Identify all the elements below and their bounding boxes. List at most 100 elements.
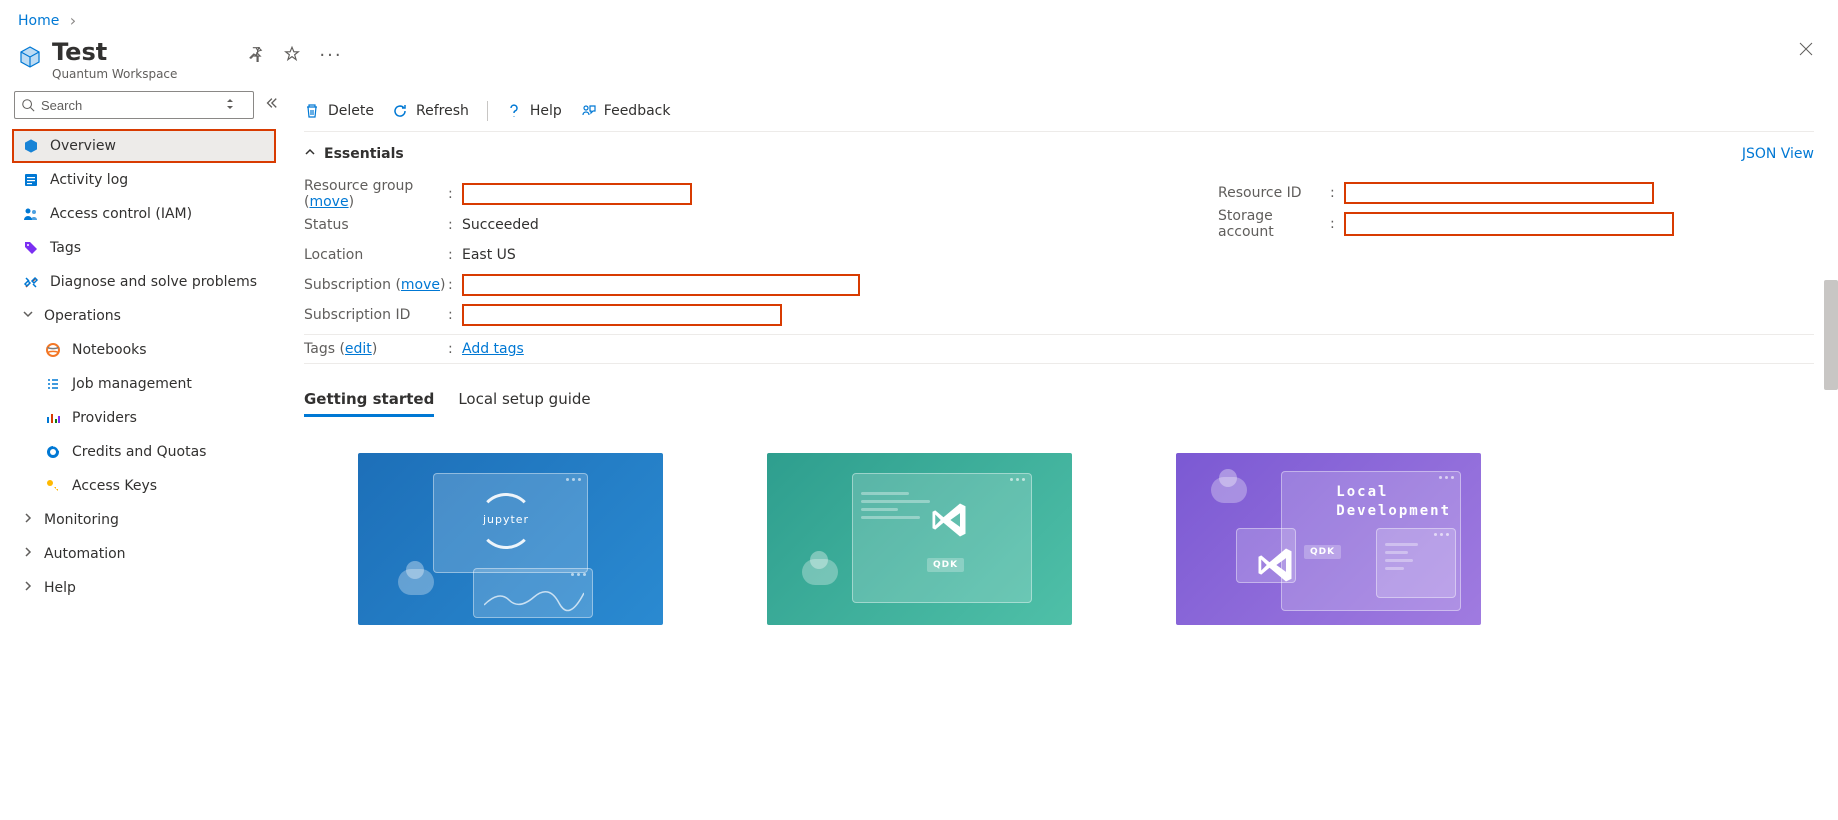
prop-location: Location : East US [304, 240, 860, 270]
sidebar-item-label: Access control (IAM) [50, 206, 192, 222]
diagnose-icon [22, 273, 40, 291]
sidebar-group-automation[interactable]: Automation [14, 537, 282, 571]
window-graphic [1376, 528, 1456, 598]
sidebar-item-label: Tags [50, 240, 81, 256]
more-icon[interactable]: ··· [319, 47, 342, 65]
vscode-icon [927, 498, 971, 546]
sidebar-item-label: Credits and Quotas [72, 444, 206, 460]
command-bar: Delete Refresh Help Feedback [304, 91, 1814, 131]
chevron-right-icon [22, 580, 34, 596]
sidebar-item-label: Overview [50, 138, 116, 154]
page-subtitle: Quantum Workspace [52, 67, 177, 81]
redacted-value [1344, 212, 1674, 236]
prop-label: Resource ID [1218, 185, 1330, 201]
card-local-development[interactable]: LocalDevelopment QDK [1176, 453, 1481, 625]
prop-label: Location [304, 247, 448, 263]
getting-started-cards: jupyter QD [304, 453, 1814, 625]
button-label: Feedback [604, 103, 671, 119]
chevron-right-icon: › [70, 11, 76, 30]
edit-tags-link[interactable]: edit [345, 341, 372, 357]
trash-icon [304, 103, 320, 119]
button-label: Refresh [416, 103, 469, 119]
sidebar-group-label: Automation [44, 546, 126, 562]
cloud-icon [398, 569, 434, 595]
button-label: Help [530, 103, 562, 119]
card-logo-text: jupyter [478, 513, 534, 526]
sidebar-item-overview[interactable]: Overview [12, 129, 276, 163]
prop-value: East US [462, 247, 516, 263]
access-control-icon [22, 205, 40, 223]
sidebar-item-job-management[interactable]: Job management [14, 367, 282, 401]
sidebar-item-label: Notebooks [72, 342, 147, 358]
breadcrumb-home[interactable]: Home [18, 13, 59, 29]
delete-button[interactable]: Delete [304, 103, 374, 119]
button-label: Delete [328, 103, 374, 119]
page-title: Test [52, 39, 177, 65]
sidebar-item-diagnose[interactable]: Diagnose and solve problems [14, 265, 282, 299]
close-icon[interactable] [1798, 41, 1814, 61]
tags-icon [22, 239, 40, 257]
tab-local-setup[interactable]: Local setup guide [458, 384, 590, 417]
sidebar-group-label: Operations [44, 308, 121, 324]
redacted-value [1344, 182, 1654, 204]
sidebar-item-notebooks[interactable]: Notebooks [14, 333, 282, 367]
prop-subscription: Subscription (move) : [304, 270, 860, 300]
refresh-button[interactable]: Refresh [392, 103, 469, 119]
sidebar: Overview Activity log Access control (IA… [0, 87, 282, 625]
search-input[interactable] [41, 98, 247, 113]
prop-value: Succeeded [462, 217, 539, 233]
sidebar-group-help[interactable]: Help [14, 571, 282, 605]
prop-storage-account: Storage account : [1218, 208, 1674, 240]
help-button[interactable]: Help [506, 103, 562, 119]
quantum-workspace-icon [18, 45, 42, 69]
json-view-link[interactable]: JSON View [1742, 146, 1814, 162]
chevron-down-icon [22, 308, 34, 324]
breadcrumb: Home › [0, 0, 1838, 33]
notebooks-icon [44, 341, 62, 359]
add-tags-link[interactable]: Add tags [462, 341, 524, 357]
card-vscode[interactable]: QDK [767, 453, 1072, 625]
vscode-icon [1253, 543, 1297, 591]
redacted-value [462, 183, 692, 205]
prop-resource-group: Resource group (move) : [304, 178, 860, 210]
chevron-up-icon [304, 146, 324, 162]
help-icon [506, 103, 522, 119]
sidebar-item-providers[interactable]: Providers [14, 401, 282, 435]
window-graphic [1236, 528, 1296, 583]
essentials-properties: Resource group (move) : Status : Succeed… [304, 178, 1814, 330]
scrollbar[interactable] [1824, 280, 1838, 390]
refresh-icon [392, 103, 408, 119]
sidebar-item-tags[interactable]: Tags [14, 231, 282, 265]
chevron-right-icon [22, 546, 34, 562]
sidebar-group-operations[interactable]: Operations [14, 299, 282, 333]
providers-icon [44, 409, 62, 427]
content-tabs: Getting started Local setup guide [304, 384, 1814, 417]
sidebar-item-activity-log[interactable]: Activity log [14, 163, 282, 197]
search-icon [21, 98, 35, 112]
essentials-header[interactable]: Essentials JSON View [304, 140, 1814, 168]
prop-subscription-id: Subscription ID : [304, 300, 860, 330]
overview-icon [22, 137, 40, 155]
favorite-star-icon[interactable] [283, 45, 301, 67]
pin-icon[interactable] [247, 45, 265, 67]
tab-getting-started[interactable]: Getting started [304, 384, 434, 417]
qdk-badge: QDK [927, 558, 964, 572]
sidebar-search[interactable] [14, 91, 254, 119]
card-jupyter-notebooks[interactable]: jupyter [358, 453, 663, 625]
collapse-sidebar-icon[interactable] [264, 96, 278, 114]
move-link[interactable]: move [401, 277, 440, 293]
sidebar-group-label: Help [44, 580, 76, 596]
sidebar-group-monitoring[interactable]: Monitoring [14, 503, 282, 537]
prop-label: Status [304, 217, 448, 233]
prop-label: Storage account [1218, 208, 1330, 240]
sidebar-item-access-control[interactable]: Access control (IAM) [14, 197, 282, 231]
move-link[interactable]: move [309, 194, 348, 210]
cloud-icon [802, 559, 838, 585]
sidebar-item-access-keys[interactable]: Access Keys [14, 469, 282, 503]
activity-log-icon [22, 171, 40, 189]
prop-status: Status : Succeeded [304, 210, 860, 240]
feedback-button[interactable]: Feedback [580, 103, 671, 119]
prop-label: Resource group [304, 178, 413, 194]
credits-quotas-icon [44, 443, 62, 461]
sidebar-item-credits-quotas[interactable]: Credits and Quotas [14, 435, 282, 469]
